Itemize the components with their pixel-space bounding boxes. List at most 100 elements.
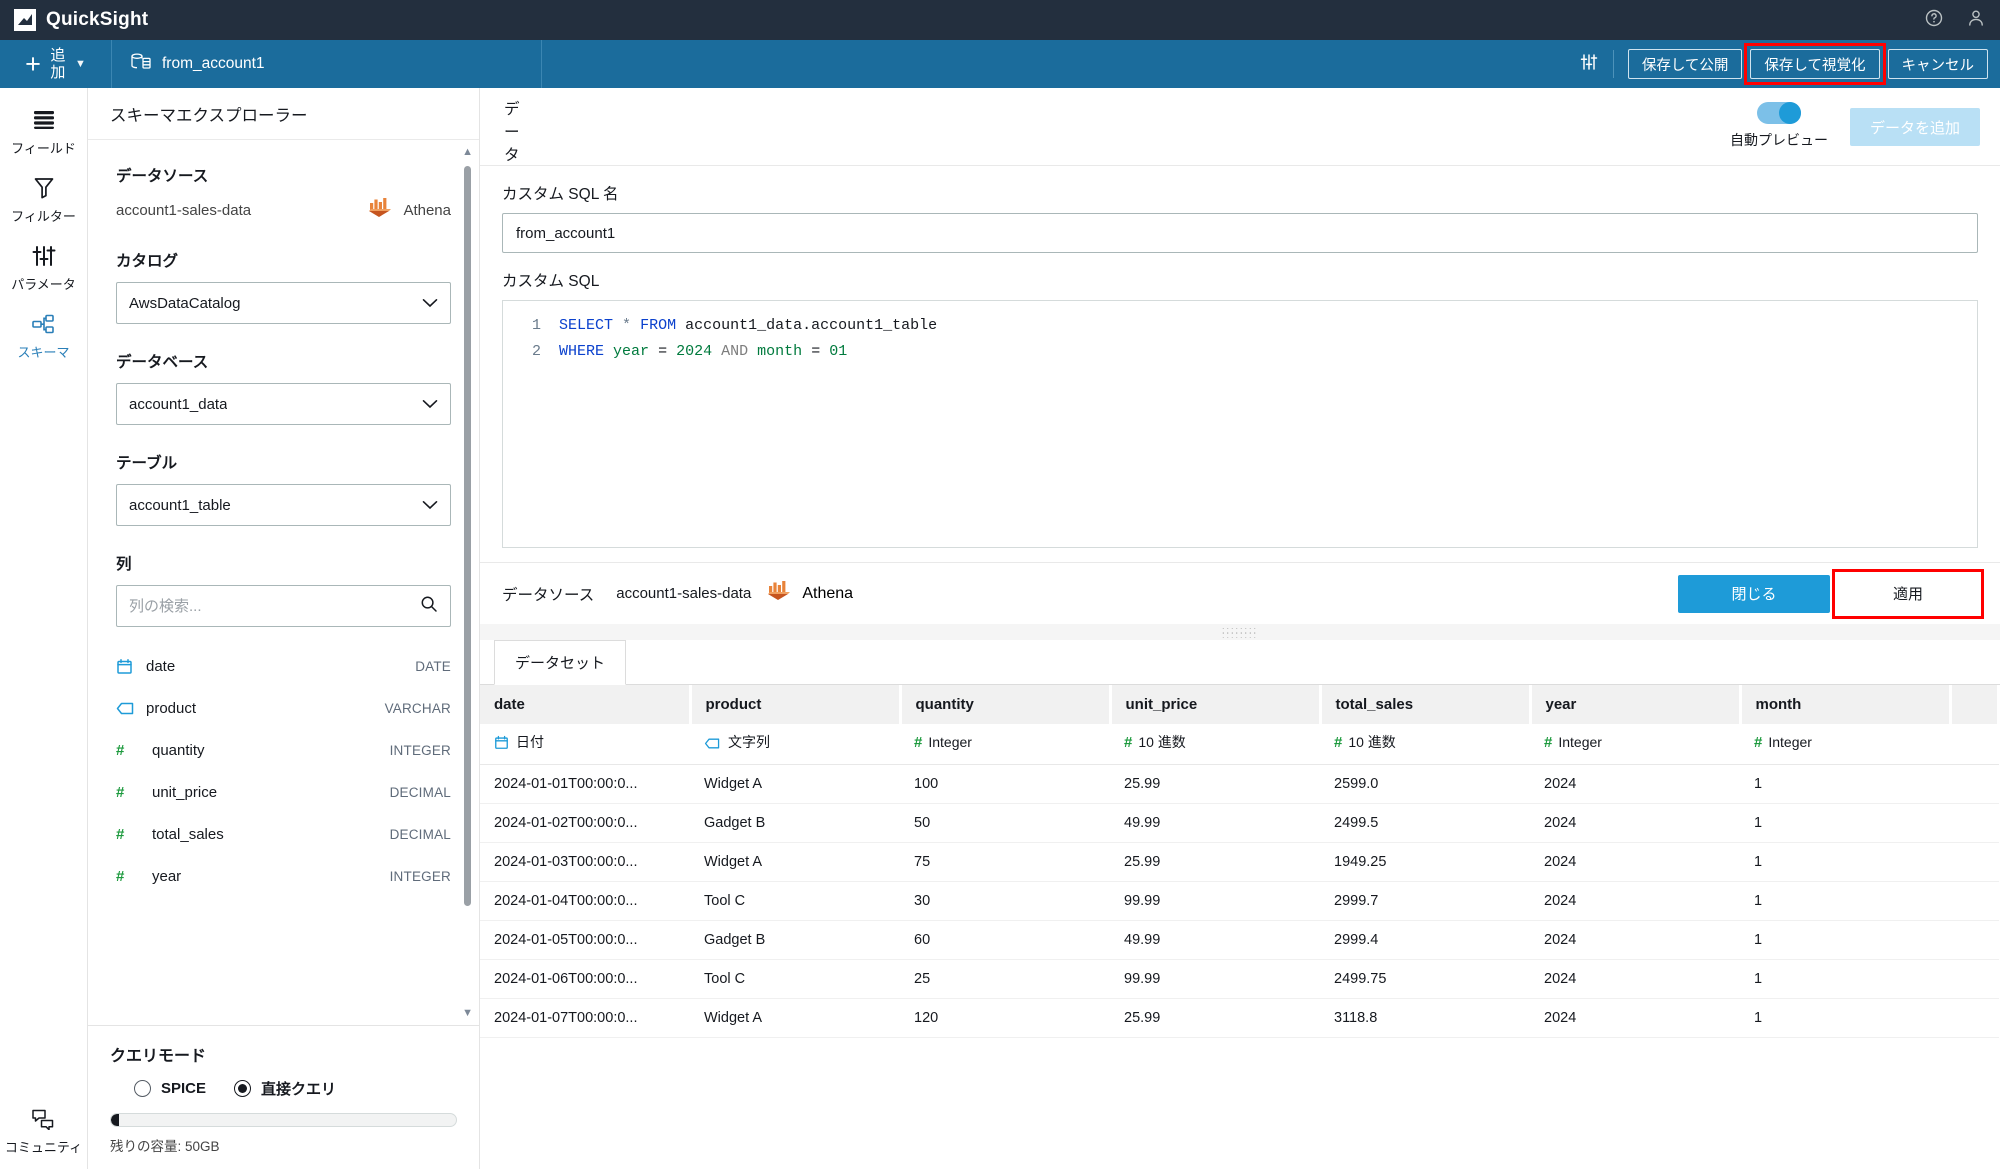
string-tag-icon xyxy=(116,701,146,716)
main-panel: データ 自動プレビュー データを追加 カスタム SQL 名 カスタム SQL 1… xyxy=(480,88,2000,1169)
column-item-product[interactable]: product VARCHAR xyxy=(116,687,451,729)
save-visualize-button[interactable]: 保存して視覚化 xyxy=(1750,49,1880,79)
column-header[interactable]: unit_price xyxy=(1110,685,1322,724)
sliders-icon[interactable] xyxy=(1579,52,1599,77)
columns-label: 列 xyxy=(116,556,132,573)
column-type: DATE xyxy=(415,658,451,674)
table-row[interactable]: 2024-01-06T00:00:0... Tool C 25 99.99 24… xyxy=(480,959,1999,999)
filter-icon xyxy=(2,174,85,202)
schema-explorer-title: スキーマエクスプローラー xyxy=(88,88,479,140)
table-row[interactable]: 2024-01-02T00:00:0... Gadget B 50 49.99 … xyxy=(480,803,1999,843)
cell: 2999.7 xyxy=(1320,881,1530,921)
tab-dataset[interactable]: データセット xyxy=(494,640,627,685)
query-mode-direct[interactable]: 直接クエリ xyxy=(234,1078,336,1099)
database-select[interactable]: account1_data xyxy=(116,383,451,425)
cell: 2999.4 xyxy=(1320,920,1530,960)
column-type-cell[interactable]: # Integer xyxy=(900,724,1110,765)
footer-datasource-label: データソース xyxy=(502,586,595,604)
add-button[interactable]: + 追加 ▼ xyxy=(0,40,112,88)
type-label: 10 進数 xyxy=(1138,734,1186,750)
hash-icon: # xyxy=(1124,734,1133,751)
cell: 1949.25 xyxy=(1320,842,1530,882)
add-data-button[interactable]: データを追加 xyxy=(1849,108,1980,146)
column-item-date[interactable]: date DATE xyxy=(116,645,451,687)
table-select[interactable]: account1_table xyxy=(116,484,451,526)
user-account-icon[interactable] xyxy=(1966,8,1986,33)
cell: 1 xyxy=(1740,920,1950,960)
save-visualize-highlight: 保存して視覚化 xyxy=(1744,43,1886,85)
column-type: DECIMAL xyxy=(389,826,451,842)
column-type-cell[interactable]: 日付 xyxy=(480,724,690,765)
community-chat-icon xyxy=(2,1105,85,1133)
column-item-quantity[interactable]: # quantity INTEGER xyxy=(116,729,451,771)
column-header[interactable]: product xyxy=(690,685,902,724)
calendar-icon xyxy=(494,735,509,750)
auto-preview-toggle[interactable] xyxy=(1756,102,1801,124)
parameters-icon xyxy=(2,242,85,270)
table-row[interactable]: 2024-01-07T00:00:0... Widget A 120 25.99… xyxy=(480,998,1999,1038)
cell: 2024 xyxy=(1530,959,1740,999)
apply-button[interactable]: 適用 xyxy=(1838,574,1978,613)
column-type-cell[interactable]: #10 進数 xyxy=(1320,724,1530,765)
cell: 3118.8 xyxy=(1320,998,1530,1038)
cancel-button[interactable]: キャンセル xyxy=(1887,49,1988,79)
column-search-input[interactable] xyxy=(129,597,420,615)
column-header[interactable]: quantity xyxy=(900,685,1112,724)
cell: 2024 xyxy=(1530,920,1740,960)
cell: 1 xyxy=(1740,998,1950,1038)
query-mode-spice[interactable]: SPICE xyxy=(134,1080,206,1097)
column-item-unit-price[interactable]: # unit_price DECIMAL xyxy=(116,771,451,813)
sidebar-item-parameters[interactable]: パラメータ xyxy=(0,224,87,292)
query-mode-section: クエリモード SPICE 直接クエリ 残りの容量: 50GB xyxy=(88,1025,479,1169)
editor-toolbar: + 追加 ▼ from_account1 保存して公開 保存して視覚化 キャンセ… xyxy=(0,40,2000,88)
cell: 1 xyxy=(1740,842,1950,882)
help-circle-icon[interactable] xyxy=(1924,8,1944,33)
app-header: QuickSight xyxy=(0,0,2000,40)
sidebar-item-filters[interactable]: フィルター xyxy=(0,156,87,224)
cell: 2024-01-06T00:00:0... xyxy=(480,959,690,999)
sql-line-content: WHERE year = 2024 AND month = 01 xyxy=(559,343,848,360)
column-item-year[interactable]: # year INTEGER xyxy=(116,855,451,897)
column-search-box[interactable] xyxy=(116,585,451,627)
sidebar-item-label: フィールド xyxy=(11,141,76,156)
capacity-bar-fill xyxy=(111,1114,119,1126)
column-type-cell[interactable]: 文字列 xyxy=(690,724,900,765)
catalog-select[interactable]: AwsDataCatalog xyxy=(116,282,451,324)
table-type-row: 日付 文字列 # Integer #10 進数 # 10 進数 # Intege… xyxy=(480,724,1999,765)
column-header[interactable]: month xyxy=(1740,685,1952,724)
table-row[interactable]: 2024-01-03T00:00:0... Widget A 75 25.99 … xyxy=(480,842,1999,882)
sql-editor[interactable]: 1 SELECT * FROM account1_data.account1_t… xyxy=(502,300,1978,548)
save-publish-button[interactable]: 保存して公開 xyxy=(1627,49,1743,79)
plus-icon: + xyxy=(25,48,41,79)
column-type-cell[interactable]: #10 進数 xyxy=(1110,724,1320,765)
column-type-cell[interactable]: # Integer xyxy=(1530,724,1740,765)
column-header[interactable]: year xyxy=(1530,685,1742,724)
table-row[interactable]: 2024-01-05T00:00:0... Gadget B 60 49.99 … xyxy=(480,920,1999,960)
dataset-tab[interactable]: from_account1 xyxy=(112,40,542,88)
footer-engine: Athena xyxy=(767,580,853,607)
cell: Gadget B xyxy=(690,920,900,960)
close-button[interactable]: 閉じる xyxy=(1678,574,1830,613)
column-type-cell[interactable]: # Integer xyxy=(1740,724,1950,765)
cell: 2024-01-02T00:00:0... xyxy=(480,803,690,843)
schema-scrollbar-thumb[interactable] xyxy=(464,166,471,906)
type-label: Integer xyxy=(1768,733,1812,750)
sidebar-item-fields[interactable]: フィールド xyxy=(0,88,87,156)
quicksight-logo-icon xyxy=(14,9,36,31)
schema-scrollbar[interactable] xyxy=(464,148,471,1017)
hash-icon: # xyxy=(116,783,125,801)
table-row[interactable]: 2024-01-01T00:00:0... Widget A 100 25.99… xyxy=(480,764,1999,804)
cell: Widget A xyxy=(690,842,900,882)
sidebar-item-community[interactable]: コミュニティ xyxy=(0,1087,87,1169)
drag-handle-icon[interactable]: :::::::::::::::: xyxy=(1222,626,1258,640)
column-header[interactable]: total_sales xyxy=(1320,685,1532,724)
hash-icon: # xyxy=(1544,733,1553,751)
sidebar-item-label: スキーマ xyxy=(17,345,70,360)
table-row[interactable]: 2024-01-04T00:00:0... Tool C 30 99.99 29… xyxy=(480,881,1999,921)
toolbar-divider xyxy=(1612,50,1614,78)
column-header[interactable]: date xyxy=(480,685,692,724)
custom-sql-name-input[interactable] xyxy=(502,213,1978,253)
preview-table: date product quantity unit_price total_s… xyxy=(480,685,2000,1038)
column-item-total-sales[interactable]: # total_sales DECIMAL xyxy=(116,813,451,855)
sidebar-item-schema[interactable]: スキーマ xyxy=(0,292,87,360)
